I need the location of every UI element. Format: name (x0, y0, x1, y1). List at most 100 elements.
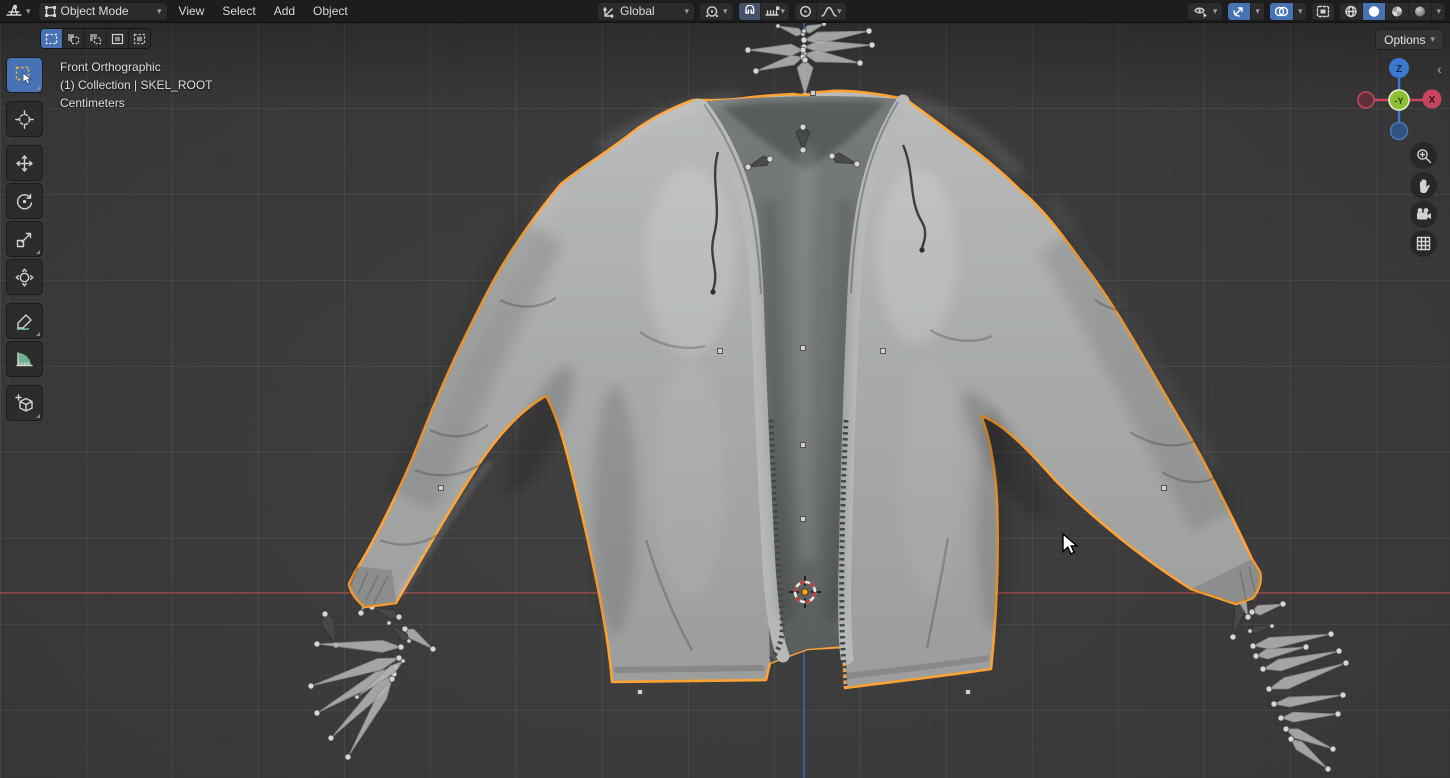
gizmo-axis-neg-x[interactable] (1358, 92, 1374, 108)
bone[interactable] (372, 607, 399, 619)
proportional-edit-toggle[interactable] (795, 3, 817, 20)
tool-cursor[interactable] (6, 101, 43, 137)
bone-joint[interactable] (857, 60, 863, 66)
bone-joint[interactable] (1336, 648, 1342, 654)
transform-orientation-dropdown[interactable]: Global ▾ (597, 2, 695, 21)
overlays-dropdown[interactable]: ▾ (1294, 3, 1307, 20)
shading-wireframe-button[interactable] (1340, 3, 1363, 20)
bone[interactable] (1252, 604, 1283, 615)
bone-joint[interactable] (800, 147, 806, 153)
bone-joint[interactable] (869, 42, 875, 48)
bone-joint[interactable] (1280, 601, 1286, 607)
bone-joint[interactable] (802, 29, 806, 33)
bone[interactable] (748, 44, 803, 56)
bone-joint[interactable] (745, 164, 751, 170)
gizmo-axis-neg-z[interactable] (1391, 123, 1408, 140)
toggle-ortho-button[interactable] (1410, 230, 1437, 257)
bone-joint[interactable] (800, 124, 806, 130)
tool-annotate[interactable] (6, 303, 43, 339)
bone-joint[interactable] (866, 28, 872, 34)
select-mode-set[interactable] (41, 29, 63, 48)
bone-joint[interactable] (401, 659, 405, 663)
tool-measure[interactable] (6, 341, 43, 377)
bone-joint[interactable] (1250, 643, 1256, 649)
select-mode-intersect[interactable] (129, 29, 150, 48)
bone-joint[interactable] (1340, 692, 1346, 698)
bone-joint[interactable] (1283, 726, 1289, 732)
camera-view-button[interactable] (1410, 201, 1437, 228)
bone-joint[interactable] (398, 644, 404, 650)
bone-joint[interactable] (314, 641, 320, 647)
bone-joint[interactable] (1335, 711, 1341, 717)
tool-transform[interactable] (6, 259, 43, 295)
bone-joint[interactable] (1303, 644, 1309, 650)
bone-joint[interactable] (1288, 736, 1294, 742)
bone[interactable] (804, 50, 860, 63)
bone-joint[interactable] (829, 153, 835, 159)
bone-joint[interactable] (802, 57, 808, 63)
pan-button[interactable] (1410, 172, 1437, 199)
bone-joint[interactable] (358, 610, 364, 616)
bone-joint[interactable] (1330, 746, 1336, 752)
bone[interactable] (1281, 712, 1338, 722)
snap-target-dropdown[interactable]: ▾ (761, 3, 790, 20)
bone-joint[interactable] (328, 735, 334, 741)
bone-joint[interactable] (355, 695, 359, 699)
sidebar-collapse-arrow[interactable]: ‹ (1437, 62, 1442, 76)
bone[interactable] (1253, 634, 1331, 649)
show-overlays-toggle[interactable] (1270, 3, 1294, 20)
bone-joint[interactable] (1271, 701, 1277, 707)
xray-toggle[interactable] (1311, 2, 1335, 21)
bone-joint[interactable] (767, 156, 773, 162)
menu-object[interactable]: Object (306, 0, 355, 22)
tool-add-cube[interactable] (6, 385, 43, 421)
bone-joint[interactable] (1270, 624, 1274, 628)
bone[interactable] (1250, 626, 1272, 634)
shading-rendered-button[interactable] (1409, 3, 1432, 20)
menu-add[interactable]: Add (267, 0, 302, 22)
select-mode-invert[interactable] (107, 29, 129, 48)
bone-joint[interactable] (1249, 609, 1255, 615)
bone-joint[interactable] (776, 24, 780, 28)
bone[interactable] (1274, 695, 1343, 707)
bone-joint[interactable] (407, 639, 411, 643)
bone-joint[interactable] (322, 611, 328, 617)
menu-view[interactable]: View (172, 0, 212, 22)
bone[interactable] (317, 640, 401, 652)
bone-joint[interactable] (430, 646, 436, 652)
bone[interactable] (797, 60, 813, 95)
select-mode-extend[interactable] (63, 29, 85, 48)
bone-joint[interactable] (1248, 629, 1252, 633)
bone-joint[interactable] (308, 683, 314, 689)
snap-toggle[interactable] (739, 3, 761, 20)
editor-type-button[interactable]: ▾ (3, 2, 34, 21)
zoom-button[interactable] (1410, 142, 1437, 169)
options-button[interactable]: Options ▾ (1375, 29, 1444, 50)
bone-joint[interactable] (800, 47, 806, 53)
shading-dropdown[interactable]: ▾ (1432, 3, 1445, 20)
shading-solid-button[interactable] (1363, 3, 1386, 20)
bone-joint[interactable] (387, 621, 391, 625)
tool-select-box[interactable] (6, 57, 43, 93)
bone-joint[interactable] (1260, 666, 1266, 672)
bone-joint[interactable] (753, 68, 759, 74)
bone-joint[interactable] (1245, 614, 1251, 620)
bone-joint[interactable] (1325, 766, 1331, 772)
mode-dropdown[interactable]: Object Mode ▾ (38, 2, 168, 21)
bone[interactable] (321, 614, 336, 645)
proportional-falloff-dropdown[interactable]: ▾ (817, 3, 846, 20)
bone-joint[interactable] (1278, 715, 1284, 721)
bone[interactable] (756, 55, 803, 71)
scene-canvas[interactable] (0, 0, 1450, 778)
show-gizmo-toggle[interactable] (1228, 3, 1251, 20)
bone-joint[interactable] (801, 37, 807, 43)
navigation-gizmo[interactable]: X Z -Y (1352, 53, 1446, 147)
bone-joint[interactable] (389, 676, 395, 682)
tool-move[interactable] (6, 145, 43, 181)
bone-joint[interactable] (1230, 634, 1236, 640)
object-visibility-dropdown[interactable]: ▾ (1187, 2, 1224, 21)
select-mode-subtract[interactable] (85, 29, 107, 48)
bone[interactable] (778, 26, 803, 36)
pivot-point-dropdown[interactable]: ▾ (699, 2, 734, 21)
bone-joint[interactable] (745, 47, 751, 53)
